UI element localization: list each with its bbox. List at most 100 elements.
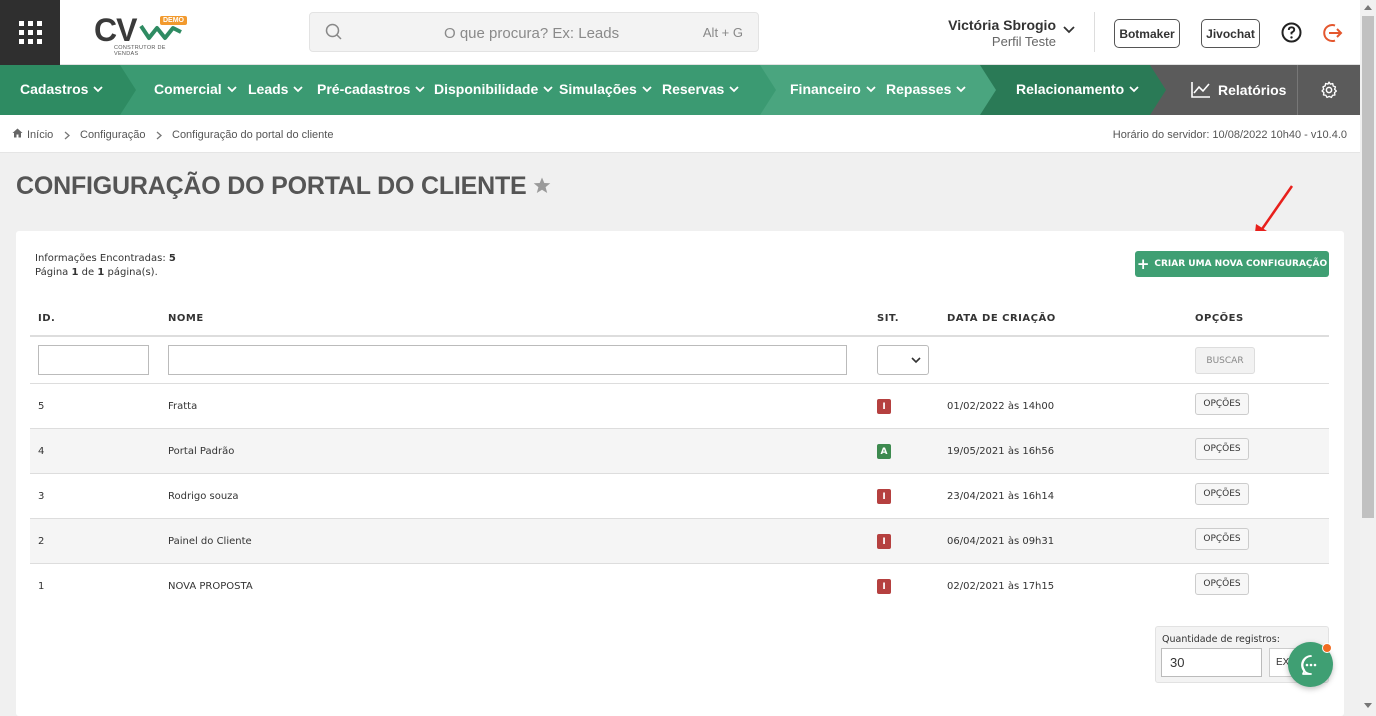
status-badge: I (877, 579, 891, 594)
top-header: CV DEMO CONSTRUTOR DE VENDAS O que procu… (0, 0, 1360, 65)
table-row: 2 Painel do Cliente I 06/04/2021 às 09h3… (30, 518, 1329, 563)
column-header-sit: SIT. (877, 313, 900, 324)
chevron-right-icon (64, 131, 70, 140)
notification-dot (1322, 643, 1332, 653)
nav-item-leads[interactable]: Leads (248, 81, 304, 97)
divider (1094, 12, 1095, 52)
status-badge: I (877, 534, 891, 549)
chevron-down-icon (866, 86, 876, 93)
chevron-down-icon (642, 86, 652, 93)
filter-status-select[interactable] (877, 345, 929, 375)
nav-item-comercial[interactable]: Comercial (154, 81, 237, 97)
user-name: Victória Sbrogio (948, 17, 1056, 33)
content-card: Informações Encontradas: 5 Página 1 de 1… (16, 231, 1344, 716)
search-placeholder: O que procura? Ex: Leads (444, 25, 620, 42)
nav-item-repasses[interactable]: Repasses (886, 81, 967, 97)
nav-item-pre-cadastros[interactable]: Pré-cadastros (317, 81, 426, 97)
row-id: 4 (38, 446, 45, 457)
records-input[interactable]: 30 (1161, 648, 1262, 677)
filter-id-input[interactable] (38, 345, 149, 375)
chevron-down-icon (227, 86, 237, 93)
user-role: Perfil Teste (991, 34, 1056, 49)
global-search[interactable]: O que procura? Ex: Leads Alt + G (309, 12, 759, 52)
row-options-button[interactable]: OPÇÕES (1195, 528, 1249, 550)
chevron-down-icon (1129, 86, 1139, 93)
row-options-button[interactable]: OPÇÕES (1195, 438, 1249, 460)
nav-item-relacionamento[interactable]: Relacionamento (1016, 81, 1139, 97)
row-options-button[interactable]: OPÇÕES (1195, 573, 1249, 595)
create-configuration-button[interactable]: + CRIAR UMA NOVA CONFIGURAÇÃO (1135, 251, 1329, 277)
search-button[interactable]: BUSCAR (1195, 347, 1255, 374)
settings-button[interactable] (1297, 65, 1360, 115)
scrollbar-thumb[interactable] (1362, 16, 1374, 518)
scroll-up-icon[interactable] (1364, 5, 1372, 10)
table-row: 3 Rodrigo souza I 23/04/2021 às 16h14 OP… (30, 473, 1329, 518)
breadcrumb-current: Configuração do portal do cliente (172, 129, 334, 141)
column-header-name: NOME (168, 313, 204, 324)
star-icon[interactable] (533, 177, 551, 194)
status-badge: A (877, 444, 891, 459)
gear-icon (1321, 81, 1338, 99)
found-count: 5 (168, 253, 176, 264)
jivochat-button[interactable]: Jivochat (1201, 19, 1260, 48)
main-nav: Cadastros Comercial Leads Pré-cadastros … (0, 65, 1360, 115)
chevron-down-icon (729, 86, 739, 93)
row-name: Portal Padrão (168, 446, 235, 457)
home-icon (12, 128, 23, 138)
nav-item-disponibilidade[interactable]: Disponibilidade (434, 81, 553, 97)
logo-demo-badge: DEMO (160, 16, 187, 25)
nav-item-relatorios[interactable]: Relatórios (1191, 81, 1286, 98)
row-name: Painel do Cliente (168, 536, 252, 547)
chevron-down-icon (93, 86, 104, 93)
search-icon (325, 23, 342, 40)
row-id: 3 (38, 491, 45, 502)
row-options-button[interactable]: OPÇÕES (1195, 483, 1249, 505)
row-date: 19/05/2021 às 16h56 (947, 446, 1055, 457)
table-row: 4 Portal Padrão A 19/05/2021 às 16h56 OP… (30, 428, 1329, 473)
help-icon[interactable] (1281, 22, 1302, 43)
row-date: 01/02/2022 às 14h00 (947, 401, 1055, 412)
row-date: 06/04/2021 às 09h31 (947, 536, 1055, 547)
apps-menu-button[interactable] (0, 0, 60, 65)
row-name: Fratta (168, 401, 198, 412)
table-row: 1 NOVA PROPOSTA I 02/02/2021 às 17h15 OP… (30, 563, 1329, 608)
nav-item-financeiro[interactable]: Financeiro (790, 81, 876, 97)
chat-widget-button[interactable] (1288, 642, 1333, 687)
page-scrollbar[interactable] (1360, 0, 1376, 716)
column-header-id: ID. (38, 313, 56, 324)
chevron-right-icon (156, 131, 162, 140)
chevron-down-icon (293, 86, 304, 93)
search-shortcut: Alt + G (702, 25, 743, 40)
page-title: CONFIGURAÇÃO DO PORTAL DO CLIENTE (16, 172, 527, 200)
chart-line-icon (1191, 82, 1210, 98)
nav-item-reservas[interactable]: Reservas (662, 81, 739, 97)
botmaker-button[interactable]: Botmaker (1114, 19, 1180, 48)
nav-item-simulacoes[interactable]: Simulações (559, 81, 652, 97)
chevron-down-icon (415, 86, 426, 93)
logo-subtitle: CONSTRUTOR DE VENDAS (114, 45, 166, 57)
table-row: 5 Fratta I 01/02/2022 às 14h00 OPÇÕES (30, 383, 1329, 428)
grid-icon (18, 21, 42, 44)
records-label: Quantidade de registros: (1162, 634, 1280, 645)
nav-item-cadastros[interactable]: Cadastros (20, 81, 104, 97)
result-info: Informações Encontradas: 5 Página 1 de 1… (35, 253, 176, 278)
logo[interactable]: CV DEMO CONSTRUTOR DE VENDAS (94, 12, 187, 57)
row-options-button[interactable]: OPÇÕES (1195, 393, 1249, 415)
chevron-down-icon (956, 86, 967, 93)
breadcrumb-home[interactable]: Início (27, 129, 53, 141)
chat-bubble-icon (1300, 654, 1316, 675)
filter-name-input[interactable] (168, 345, 847, 375)
row-name: Rodrigo souza (168, 491, 239, 502)
chevron-down-icon[interactable] (1063, 26, 1075, 34)
logout-icon[interactable] (1322, 22, 1344, 44)
row-id: 1 (38, 581, 45, 592)
row-id: 5 (38, 401, 45, 412)
column-header-options: OPÇÕES (1195, 313, 1244, 324)
status-badge: I (877, 489, 891, 504)
plus-icon: + (1136, 255, 1150, 273)
user-menu[interactable]: Victória Sbrogio Perfil Teste (940, 17, 1056, 49)
chevron-down-icon (543, 86, 553, 93)
scroll-down-icon[interactable] (1364, 703, 1372, 708)
logo-wave-icon (139, 24, 182, 40)
breadcrumb-configuracao[interactable]: Configuração (80, 129, 145, 141)
